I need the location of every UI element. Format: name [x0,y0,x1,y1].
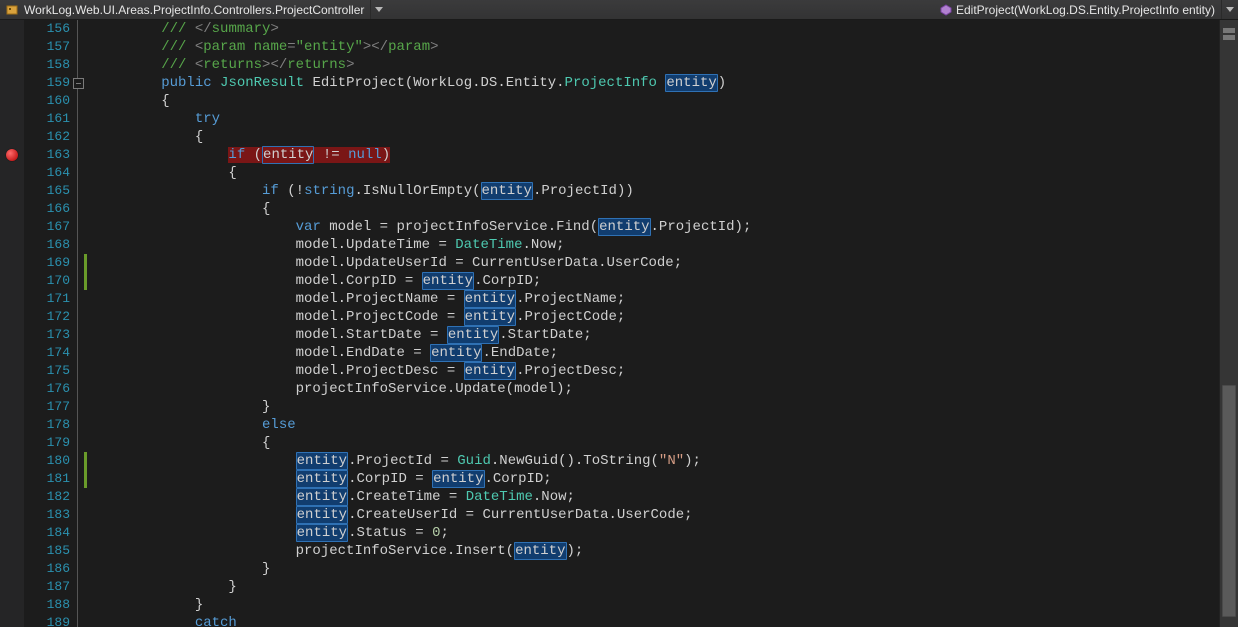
line-number: 171 [24,290,70,308]
code-line[interactable]: /// <param name="entity"></param> [94,38,1238,56]
line-number: 165 [24,182,70,200]
breadcrumb-member[interactable]: EditProject(WorkLog.DS.Entity.ProjectInf… [930,0,1222,19]
code-line[interactable]: /// </summary> [94,20,1238,38]
line-number: 156 [24,20,70,38]
code-line[interactable]: model.ProjectName = entity.ProjectName; [94,290,1238,308]
line-number: 177 [24,398,70,416]
code-line[interactable]: model.UpdateUserId = CurrentUserData.Use… [94,254,1238,272]
code-line[interactable]: entity.CreateUserId = CurrentUserData.Us… [94,506,1238,524]
change-marker [84,452,87,470]
breadcrumb-member-dropdown-icon[interactable] [1222,0,1238,19]
line-number: 179 [24,434,70,452]
line-number: 168 [24,236,70,254]
code-line[interactable]: model.UpdateTime = DateTime.Now; [94,236,1238,254]
code-line[interactable]: entity.ProjectId = Guid.NewGuid().ToStri… [94,452,1238,470]
line-number: 162 [24,128,70,146]
code-editor[interactable]: 1561571581591601611621631641651661671681… [0,20,1238,627]
code-line[interactable]: } [94,560,1238,578]
line-number: 176 [24,380,70,398]
code-line[interactable]: { [94,200,1238,218]
line-number: 164 [24,164,70,182]
line-number: 158 [24,56,70,74]
vertical-scrollbar[interactable] [1219,20,1238,627]
line-number: 167 [24,218,70,236]
glyph-margin[interactable] [0,20,24,627]
code-line[interactable]: { [94,164,1238,182]
breakpoint-icon[interactable] [6,149,18,161]
code-line[interactable]: projectInfoService.Insert(entity); [94,542,1238,560]
code-line[interactable]: { [94,128,1238,146]
line-number: 161 [24,110,70,128]
breadcrumb-class-text: WorkLog.Web.UI.Areas.ProjectInfo.Control… [24,3,364,17]
line-number: 180 [24,452,70,470]
code-line[interactable]: model.StartDate = entity.StartDate; [94,326,1238,344]
line-number: 183 [24,506,70,524]
code-line[interactable]: { [94,434,1238,452]
code-line[interactable]: } [94,398,1238,416]
change-marker [84,470,87,488]
line-number: 170 [24,272,70,290]
line-number: 163 [24,146,70,164]
code-line[interactable]: if (!string.IsNullOrEmpty(entity.Project… [94,182,1238,200]
code-line[interactable]: } [94,596,1238,614]
outline-margin[interactable] [74,20,88,627]
code-line[interactable]: entity.CorpID = entity.CorpID; [94,470,1238,488]
code-line[interactable]: catch [94,614,1238,627]
code-line[interactable]: } [94,578,1238,596]
line-number: 186 [24,560,70,578]
code-line[interactable]: public JsonResult EditProject(WorkLog.DS… [94,74,1238,92]
breadcrumb-class-dropdown-icon[interactable] [371,0,387,19]
line-number: 169 [24,254,70,272]
code-line[interactable]: else [94,416,1238,434]
code-line[interactable]: if (entity != null) [94,146,1238,164]
code-line[interactable]: /// <returns></returns> [94,56,1238,74]
scrollbar-thumb[interactable] [1222,385,1236,617]
line-number: 178 [24,416,70,434]
code-line[interactable]: model.ProjectDesc = entity.ProjectDesc; [94,362,1238,380]
collapse-toggle-icon[interactable] [73,78,84,89]
breadcrumb-class[interactable]: WorkLog.Web.UI.Areas.ProjectInfo.Control… [0,0,371,19]
line-number: 185 [24,542,70,560]
code-line[interactable]: model.ProjectCode = entity.ProjectCode; [94,308,1238,326]
line-number: 188 [24,596,70,614]
code-line[interactable]: entity.Status = 0; [94,524,1238,542]
navigation-bar: WorkLog.Web.UI.Areas.ProjectInfo.Control… [0,0,1238,20]
change-marker [84,272,87,290]
change-marker [84,254,87,272]
code-line[interactable]: model.CorpID = entity.CorpID; [94,272,1238,290]
code-line[interactable]: try [94,110,1238,128]
method-icon [940,4,952,16]
line-number: 174 [24,344,70,362]
code-line[interactable]: projectInfoService.Update(model); [94,380,1238,398]
code-line[interactable]: var model = projectInfoService.Find(enti… [94,218,1238,236]
line-number: 173 [24,326,70,344]
breadcrumb-member-text: EditProject(WorkLog.DS.Entity.ProjectInf… [956,3,1215,17]
class-icon [6,4,20,16]
line-number: 182 [24,488,70,506]
line-number: 160 [24,92,70,110]
outline-guide [77,20,78,627]
line-number: 175 [24,362,70,380]
split-editor-icon[interactable] [1223,28,1235,40]
code-line[interactable]: { [94,92,1238,110]
line-number: 166 [24,200,70,218]
line-number-gutter: 1561571581591601611621631641651661671681… [24,20,74,627]
line-number: 159 [24,74,70,92]
code-line[interactable]: entity.CreateTime = DateTime.Now; [94,488,1238,506]
line-number: 181 [24,470,70,488]
line-number: 184 [24,524,70,542]
line-number: 187 [24,578,70,596]
code-area[interactable]: /// </summary> /// <param name="entity">… [88,20,1238,627]
line-number: 172 [24,308,70,326]
line-number: 157 [24,38,70,56]
line-number: 189 [24,614,70,627]
code-line[interactable]: model.EndDate = entity.EndDate; [94,344,1238,362]
